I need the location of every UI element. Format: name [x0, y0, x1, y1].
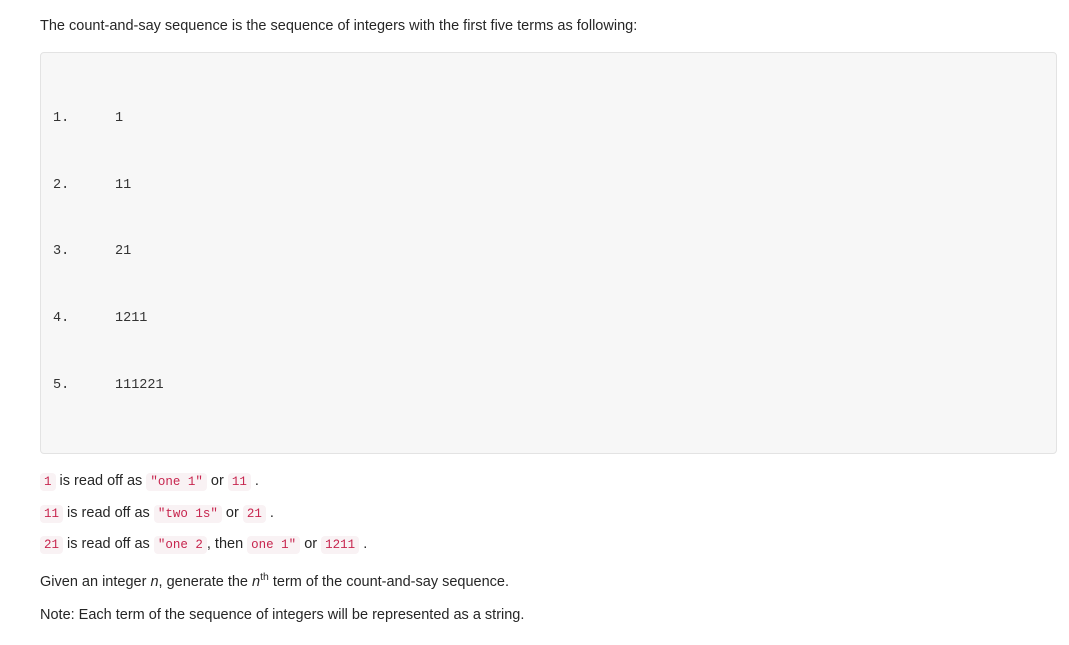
- problem-description-page: The count-and-say sequence is the sequen…: [0, 0, 1069, 645]
- sequence-row: 5. 111221: [53, 375, 1044, 397]
- sequence-index: 2.: [53, 177, 70, 193]
- sequence-index: 1.: [53, 111, 70, 127]
- ordinal-suffix: th: [260, 571, 269, 583]
- sequence-value: 11: [115, 177, 132, 193]
- readoff-period: .: [363, 536, 368, 553]
- inline-code-result: 1211: [321, 536, 360, 555]
- inline-code-result: 21: [242, 504, 266, 523]
- readoff-line-1: 1 is read off as "one 1" or 11 .: [40, 470, 1057, 492]
- variable-n: n: [150, 573, 159, 590]
- readoff-conjunction: or: [304, 536, 318, 553]
- readoff-period: .: [269, 504, 274, 521]
- sequence-value: 111221: [115, 377, 164, 393]
- sequence-value: 1: [115, 111, 124, 127]
- variable-n-second: n: [252, 573, 261, 590]
- sequence-value: 1211: [115, 310, 148, 326]
- inline-code-phrase-second: one 1": [247, 536, 301, 555]
- sequence-index: 3.: [53, 244, 70, 260]
- given-text-between: , generate the: [158, 573, 253, 590]
- inline-code-term: 11: [40, 504, 64, 523]
- inline-code-term: 21: [40, 536, 64, 555]
- inline-code-term: 1: [40, 473, 56, 492]
- given-text-after: term of the count-and-say sequence.: [268, 573, 510, 590]
- note-paragraph: Note: Each term of the sequence of integ…: [40, 607, 525, 624]
- sequence-row: 4. 1211: [53, 308, 1044, 330]
- sequence-value: 21: [115, 244, 132, 260]
- readoff-text: is read off as: [67, 536, 150, 553]
- readoff-separator: , then: [206, 536, 244, 553]
- given-text-before: Given an integer: [40, 573, 151, 590]
- sequence-index: 5.: [53, 377, 70, 393]
- inline-code-phrase: "one 2: [153, 536, 207, 555]
- given-integer-paragraph: Given an integer n, generate the nth ter…: [40, 572, 1057, 594]
- intro-paragraph: The count-and-say sequence is the sequen…: [40, 18, 638, 34]
- sequence-row: 2. 11: [53, 175, 1044, 197]
- sequence-row: 3. 21: [53, 241, 1044, 263]
- readoff-conjunction: or: [225, 504, 239, 521]
- inline-code-phrase: "one 1": [146, 473, 207, 492]
- readoff-line-2: 11 is read off as "two 1s" or 21 .: [40, 502, 1057, 524]
- readoff-explanations: 1 is read off as "one 1" or 11 . 11 is r…: [40, 470, 1057, 555]
- readoff-line-3: 21 is read off as "one 2, then one 1" or…: [40, 533, 1057, 555]
- readoff-conjunction: or: [210, 473, 224, 490]
- readoff-text: is read off as: [59, 473, 143, 490]
- sequence-code-block: 1. 1 2. 11 3. 21 4. 1211 5. 111221: [40, 51, 1057, 455]
- sequence-index: 4.: [53, 310, 70, 326]
- readoff-period: .: [254, 473, 259, 490]
- inline-code-phrase: "two 1s": [153, 504, 222, 523]
- inline-code-result: 11: [227, 473, 251, 492]
- sequence-row: 1. 1: [53, 108, 1044, 130]
- readoff-text: is read off as: [67, 504, 150, 521]
